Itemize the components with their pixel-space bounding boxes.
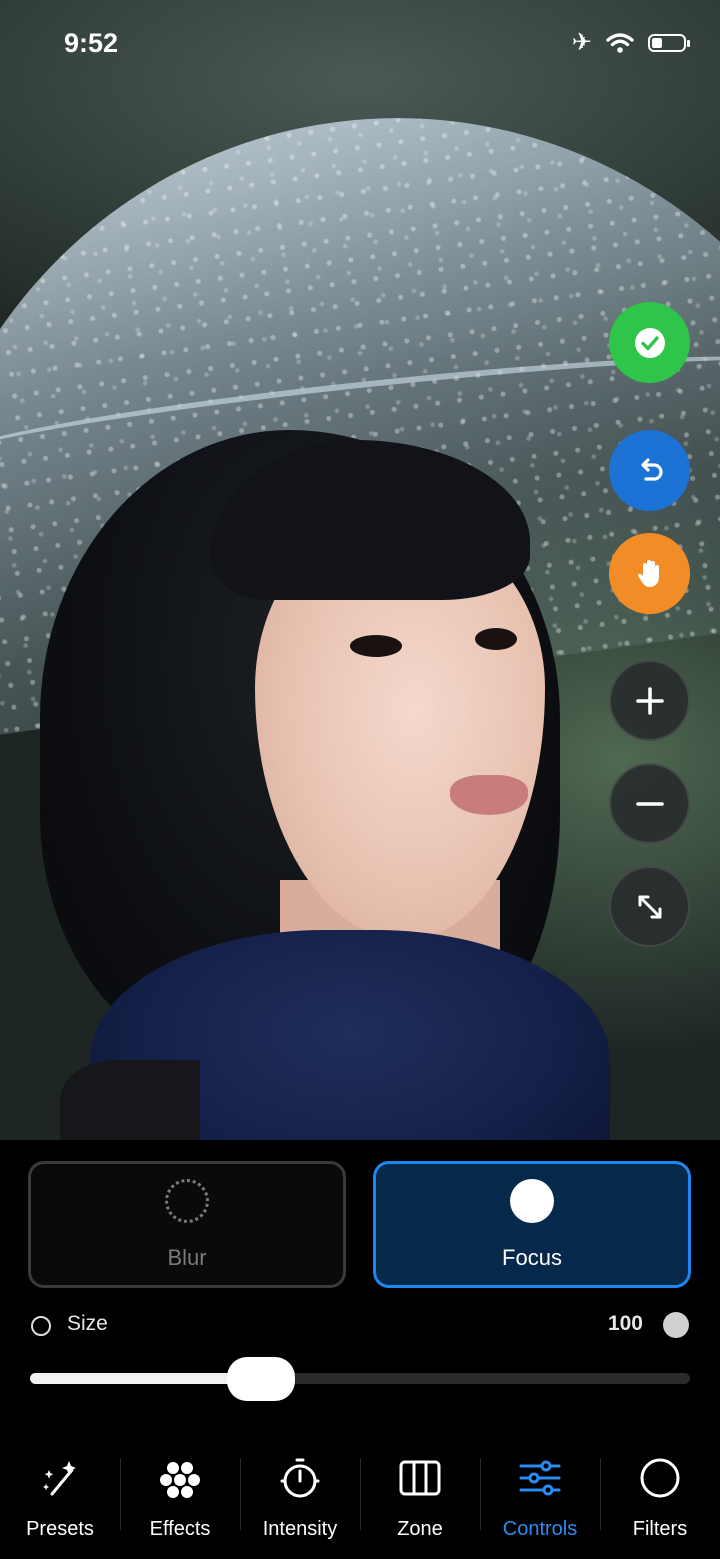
circle-icon: [640, 1458, 680, 1498]
undo-icon: [640, 457, 663, 481]
tab-controls-label: Controls: [502, 1518, 578, 1540]
magic-wand-icon: [43, 1461, 76, 1496]
focus-mode-label: Focus: [502, 1244, 562, 1270]
size-row: Size 100: [31, 1311, 689, 1339]
filled-circle-icon: [510, 1178, 554, 1223]
columns-icon: [399, 1460, 441, 1496]
pan-hand-button[interactable]: [609, 533, 690, 614]
tab-intensity-label: Intensity: [262, 1518, 338, 1540]
confirm-button[interactable]: [609, 302, 690, 383]
undo-button[interactable]: [609, 430, 690, 511]
size-slider-track[interactable]: [30, 1373, 690, 1384]
size-label: Size: [67, 1312, 108, 1335]
minus-icon: [635, 801, 664, 806]
tab-presets[interactable]: Presets: [0, 1440, 120, 1559]
expand-icon: [638, 895, 661, 918]
tab-filters-label: Filters: [632, 1518, 688, 1540]
blur-mode-button[interactable]: Blur: [28, 1161, 346, 1288]
size-slider-thumb[interactable]: [227, 1357, 295, 1401]
zoom-out-button[interactable]: [609, 763, 690, 844]
dotted-circle-icon: [165, 1178, 209, 1223]
tab-controls[interactable]: Controls: [480, 1440, 600, 1559]
fit-to-screen-button[interactable]: [609, 866, 690, 947]
bottom-tab-bar: Presets Effects Intensity Zone Controls …: [0, 1440, 720, 1559]
sliders-icon: [519, 1460, 561, 1496]
hand-icon: [637, 559, 659, 587]
airplane-icon: ✈: [571, 29, 592, 56]
tab-effects-label: Effects: [149, 1518, 211, 1540]
size-value: 100: [607, 1312, 643, 1335]
tab-presets-label: Presets: [26, 1518, 94, 1540]
checkmark-icon: [634, 327, 665, 358]
focus-mode-button[interactable]: Focus: [373, 1161, 691, 1288]
status-icons: ✈: [571, 29, 690, 56]
size-preview-dot: [663, 1312, 689, 1338]
plus-icon: [635, 686, 664, 715]
tab-zone[interactable]: Zone: [360, 1440, 480, 1559]
zoom-in-button[interactable]: [609, 660, 690, 741]
tab-effects[interactable]: Effects: [120, 1440, 240, 1559]
tab-filters[interactable]: Filters: [600, 1440, 720, 1559]
status-time: 9:52: [64, 28, 119, 58]
blur-mode-label: Blur: [167, 1244, 207, 1270]
size-radio[interactable]: [31, 1316, 51, 1336]
bokeh-icon: [160, 1462, 200, 1498]
wifi-icon: [606, 33, 634, 53]
timer-dial-icon: [280, 1458, 320, 1498]
tab-zone-label: Zone: [397, 1518, 443, 1540]
battery-icon: [648, 34, 690, 52]
tab-intensity[interactable]: Intensity: [240, 1440, 360, 1559]
